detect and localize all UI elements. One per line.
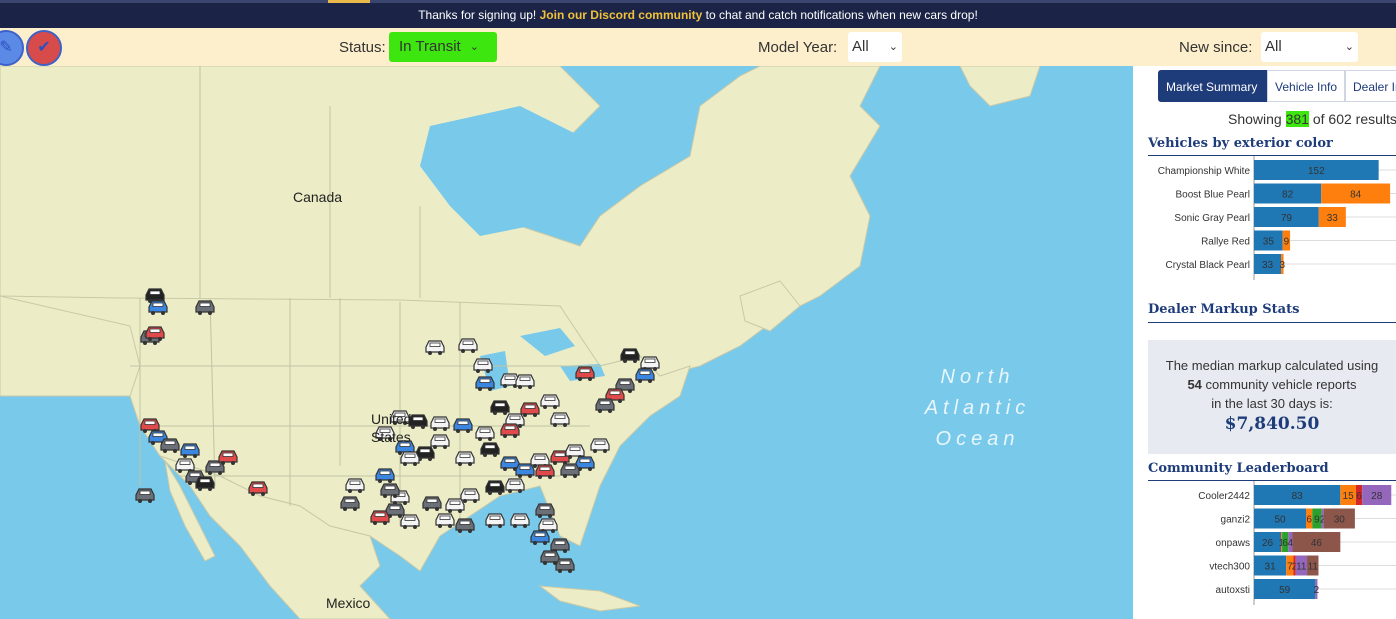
leaderboard-chart-bar-label: 11	[1296, 562, 1307, 573]
check-icon: ✔	[37, 39, 51, 56]
color-chart-category-label: Boost Blue Pearl	[1176, 190, 1251, 201]
map-label-mexico: Mexico	[326, 595, 371, 611]
results-middle: of	[1308, 111, 1329, 127]
ocean-line-1: North	[940, 366, 1015, 388]
markup-title: Dealer Markup Stats	[1148, 302, 1300, 317]
markup-amount: $7,840.50	[1224, 414, 1320, 434]
status-label: Status:	[339, 39, 386, 56]
banner-prefix: Thanks for signing up!	[418, 8, 540, 22]
leaderboard-chart: Cooler2442 83 15 6 28ganzi2 50 6 9 2 30onpaws 26 16…	[1198, 481, 1396, 605]
color-chart-bar-label: 35	[1263, 237, 1275, 248]
leaderboard-chart-bar-label: 26	[1262, 538, 1274, 549]
leaderboard-title: Community Leaderboard	[1148, 461, 1329, 476]
leaderboard-chart-bar-label: 83	[1292, 491, 1304, 502]
results-prefix: Showing	[1228, 111, 1286, 127]
edit-button[interactable]: ✎	[0, 30, 24, 66]
color-chart-bar-label: 3	[1280, 260, 1286, 271]
color-chart-bar-label: 84	[1350, 190, 1362, 201]
map-land	[0, 66, 1041, 619]
leaderboard-chart-bar-label: 50	[1274, 515, 1286, 526]
color-chart-bar-label: 79	[1281, 213, 1293, 224]
color-chart-bar-label: 9	[1284, 237, 1290, 248]
markup-text-2-row: 54 community vehicle reports	[1148, 375, 1396, 394]
markup-count: 54	[1187, 377, 1202, 392]
banner-topline	[0, 0, 1396, 3]
color-chart-bar-label: 33	[1327, 213, 1339, 224]
results-total: 602	[1328, 111, 1352, 127]
new-since-value: All	[1265, 38, 1282, 55]
color-chart-bar-label: 152	[1308, 166, 1325, 177]
leaderboard-chart-category-label: Cooler2442	[1198, 491, 1250, 502]
markup-text-1: The median markup calculated using	[1165, 358, 1379, 373]
pencil-icon: ✎	[0, 39, 13, 56]
leaderboard-chart-bar-label: 46	[1311, 538, 1323, 549]
results-shown: 381	[1285, 111, 1309, 127]
summary-panel: Market Summary Vehicle Info Dealer Info …	[1133, 66, 1396, 619]
vehicle-marker[interactable]	[555, 558, 575, 573]
discord-link[interactable]: Join our Discord community	[540, 8, 703, 22]
vehicle-marker[interactable]	[530, 530, 550, 545]
vehicle-marker[interactable]	[510, 513, 530, 528]
leaderboard-chart-bar-label: 15	[1343, 491, 1355, 502]
vehicle-marker[interactable]	[540, 550, 560, 565]
leaderboard-chart-category-label: onpaws	[1216, 538, 1250, 549]
banner-accent	[328, 0, 370, 3]
model-year-label: Model Year:	[758, 39, 838, 56]
map-label-ocean: North Atlantic Ocean	[915, 366, 1040, 451]
leaderboard-chart-bar-label: 59	[1279, 585, 1291, 596]
signup-banner: Thanks for signing up! Join our Discord …	[0, 0, 1396, 28]
tab-vehicle-info[interactable]: Vehicle Info	[1267, 70, 1345, 102]
tab-dealer-info[interactable]: Dealer Info	[1345, 70, 1396, 102]
vehicle-marker[interactable]	[485, 513, 505, 528]
markup-card: The median markup calculated using 54 co…	[1148, 340, 1396, 454]
map-label-canada: Canada	[293, 189, 343, 205]
new-since-label: New since:	[1179, 39, 1253, 56]
markup-divider	[1148, 322, 1396, 323]
check-button[interactable]: ✔	[26, 30, 62, 66]
color-chart-category-label: Sonic Gray Pearl	[1174, 213, 1250, 224]
map-view[interactable]: Canada Mexico North Atlantic Ocean Unite…	[0, 66, 1133, 619]
leaderboard-chart-bar-label: 28	[1371, 491, 1383, 502]
leaderboard-chart-bar-label: 2	[1314, 585, 1320, 596]
ocean-line-2: Atlantic	[924, 397, 1031, 419]
map-label-united-states: United States	[371, 411, 412, 445]
markup-text-2: community vehicle reports	[1201, 377, 1357, 392]
chevron-down-icon: ⌄	[1344, 41, 1354, 53]
chevron-down-icon: ⌄	[888, 41, 898, 53]
model-year-value: All	[852, 38, 869, 55]
new-since-select[interactable]: All ⌄	[1261, 32, 1358, 62]
model-year-select[interactable]: All ⌄	[848, 32, 902, 62]
tab-market-summary[interactable]: Market Summary	[1158, 70, 1267, 102]
results-count: Showing 381 of 602 results	[1228, 111, 1396, 127]
markup-text-3: in the last 30 days is:	[1211, 396, 1333, 411]
vehicle-marker[interactable]	[535, 503, 555, 518]
leaderboard-chart-category-label: autoxsti	[1216, 585, 1250, 596]
status-select[interactable]: In Transit ⌄	[389, 32, 497, 62]
leaderboard-chart-bar-label: 6	[1356, 491, 1362, 502]
leaderboard-chart-bar-label: 30	[1334, 515, 1346, 526]
leaderboard-chart-bar-label: 31	[1265, 562, 1277, 573]
color-chart-category-label: Championship White	[1158, 166, 1251, 177]
leaderboard-chart-category-label: vtech300	[1209, 562, 1250, 573]
results-suffix: results	[1351, 111, 1396, 127]
status-value: In Transit	[399, 38, 461, 55]
color-chart: Championship White 152 Boost Blue Pearl 82 8…	[1158, 156, 1396, 280]
leaderboard-chart-category-label: ganzi2	[1221, 515, 1251, 526]
color-chart-category-label: Rallye Red	[1201, 237, 1250, 248]
banner-suffix: to chat and catch notifications when new…	[702, 8, 978, 22]
chevron-down-icon: ⌄	[469, 41, 479, 53]
ocean-line-3: Ocean	[935, 428, 1020, 450]
filter-bar: ✎ ✔ Status: In Transit ⌄ Model Year: All…	[0, 28, 1396, 66]
leaderboard-chart-bar-label: 6	[1306, 515, 1312, 526]
leaderboard-chart-bar-label: 11	[1308, 562, 1319, 573]
color-chart-bar-label: 33	[1262, 260, 1274, 271]
color-chart-bar-label: 82	[1282, 190, 1294, 201]
color-chart-title: Vehicles by exterior color	[1148, 136, 1333, 151]
vehicle-marker[interactable]	[455, 518, 475, 533]
color-chart-category-label: Crystal Black Pearl	[1166, 260, 1250, 271]
vehicle-marker[interactable]	[135, 488, 155, 503]
